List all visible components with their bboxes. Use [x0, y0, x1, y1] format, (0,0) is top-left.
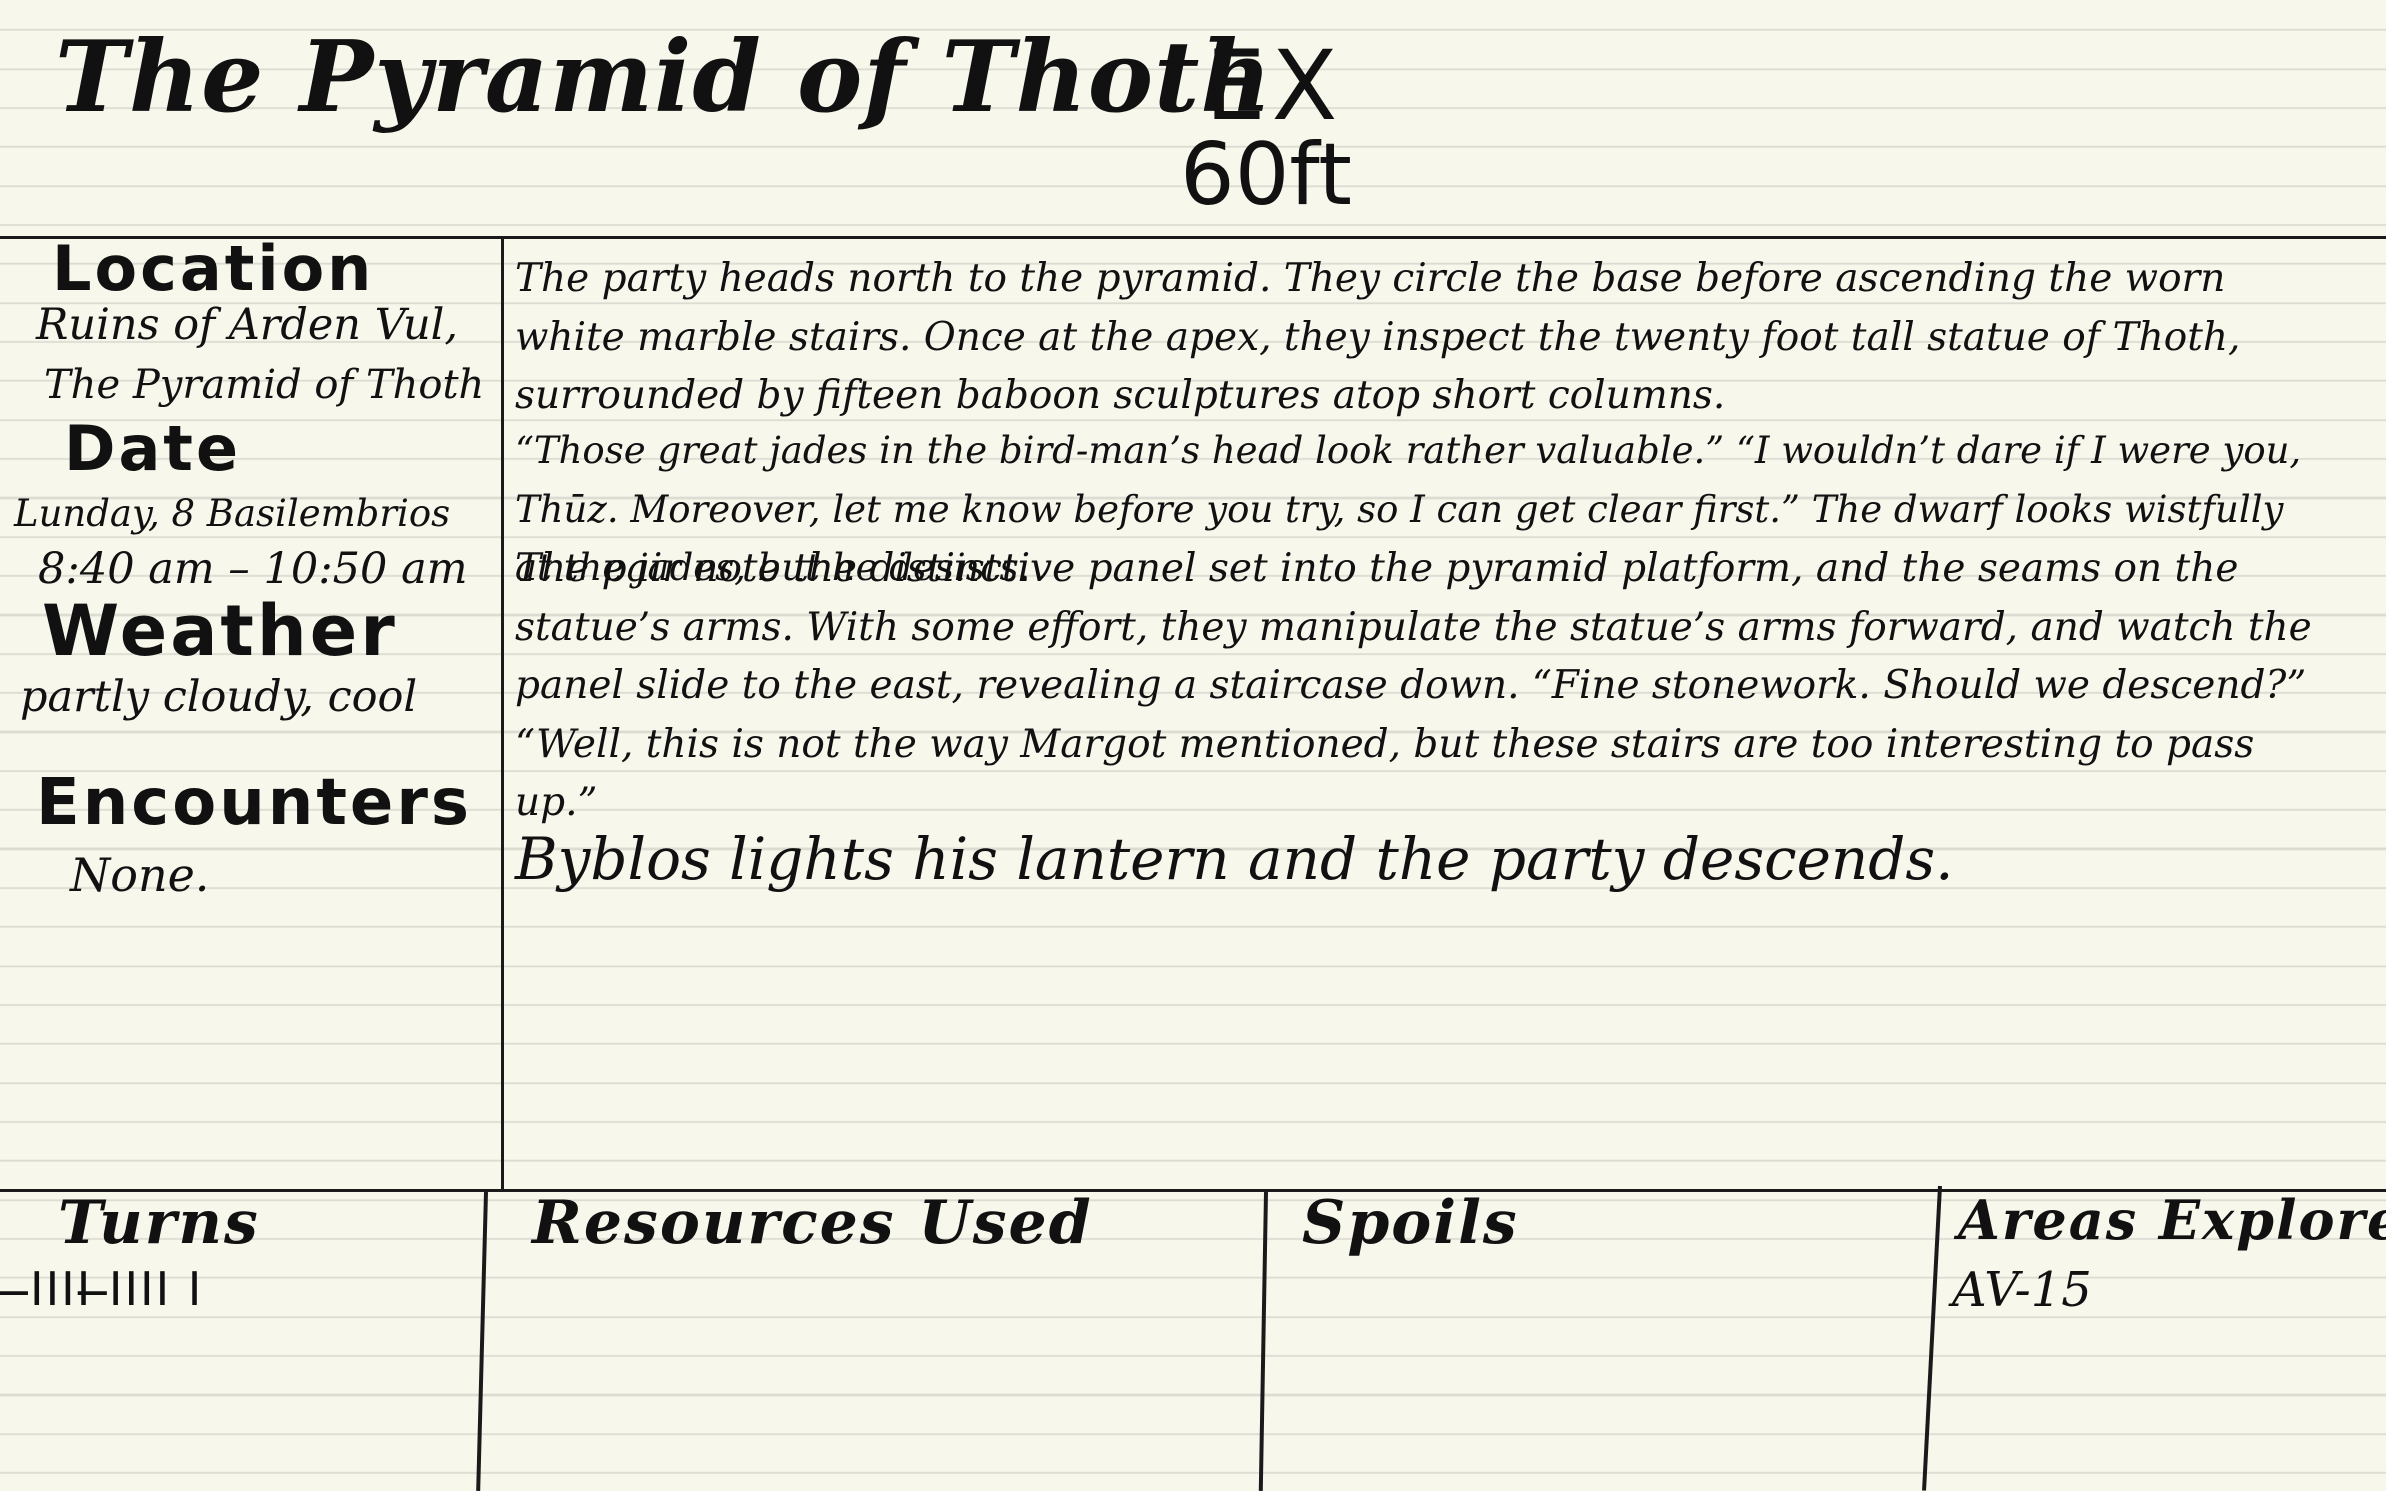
encounters-label: Encounters	[36, 766, 472, 840]
footer-column-divider	[1258, 1191, 1268, 1491]
areas-explored-value: AV-15	[1952, 1262, 2092, 1318]
narrative-paragraph-4: Byblos lights his lantern and the party …	[515, 825, 1954, 893]
footer-column-divider	[476, 1191, 488, 1491]
location-label: Location	[52, 232, 375, 305]
location-line-2: The Pyramid of Thoth	[44, 362, 485, 408]
date-value: Lunday, 8 Basilembrios	[14, 492, 451, 535]
turns-tally: ̶IIII ̶IIII I	[28, 1262, 204, 1316]
areas-explored-label: Areas Explored	[1958, 1188, 2386, 1252]
spoils-label: Spoils	[1302, 1188, 1519, 1258]
narrative-paragraph-3: The pair note the distinctive panel set …	[515, 546, 2312, 825]
narrative-paragraph-1: The party heads north to the pyramid. Th…	[515, 256, 2241, 418]
weather-label: Weather	[42, 590, 398, 672]
resources-used-label: Resources Used	[532, 1188, 1093, 1258]
encounters-value: None.	[70, 848, 210, 902]
turns-label: Turns	[58, 1188, 260, 1258]
page-title: The Pyramid of Thoth	[55, 20, 1273, 135]
footer-column-divider	[1922, 1185, 1942, 1491]
weather-value: partly cloudy, cool	[20, 672, 418, 722]
location-line-1: Ruins of Arden Vul,	[36, 300, 459, 350]
time-value: 8:40 am – 10:50 am	[38, 544, 468, 594]
sidebar-divider	[501, 236, 504, 1190]
date-label: Date	[64, 412, 241, 485]
movement-speed: 60ft	[1180, 125, 1352, 225]
